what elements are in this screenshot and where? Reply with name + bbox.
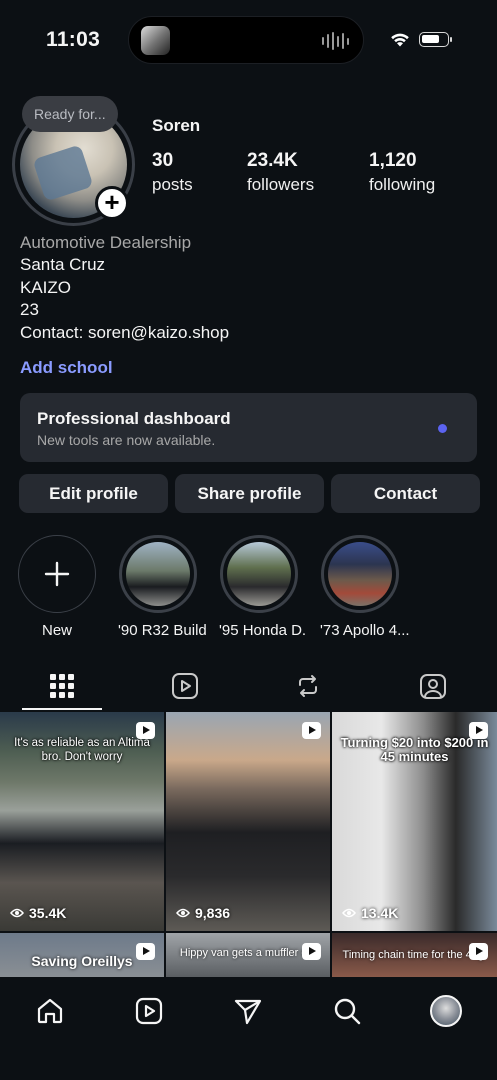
audio-waveform-icon [322,32,349,50]
view-count: 35.4K [10,905,66,921]
tagged-icon [420,674,446,699]
reel-badge-icon [469,722,488,739]
grid-icon [50,674,74,698]
stat-label: followers [247,175,315,194]
contact-button[interactable]: Contact [331,474,480,513]
post-tile[interactable]: Hippy van gets a muffler del [166,933,330,977]
nav-home[interactable] [30,991,70,1031]
stat-following[interactable]: 1,120 following [369,150,435,195]
bio-line: Contact: soren@kaizo.shop [20,322,230,342]
dashboard-title: Professional dashboard [37,409,231,428]
highlight-new[interactable]: New [17,535,97,639]
post-tile[interactable]: 9,836 [166,712,330,931]
stat-value: 23.4K [247,150,298,171]
edit-profile-button[interactable]: Edit profile [19,474,168,513]
profile-tabs [0,663,497,711]
status-bar: 11:03 [0,0,497,80]
status-time: 11:03 [46,28,101,51]
post-tile[interactable]: Timing chain time for the 4agi [332,933,497,977]
highlight-r32-build[interactable]: '90 R32 Build [118,535,207,639]
view-count: 9,836 [176,905,230,921]
tab-tagged[interactable] [393,663,473,709]
bottom-navigation [0,977,497,1080]
profile-username: Soren [152,116,201,135]
repost-icon [299,675,317,697]
plus-icon [44,561,70,587]
new-highlight-circle [18,535,96,613]
post-tile[interactable]: It's as reliable as an Altima bro. Don't… [0,712,164,931]
dashboard-subtitle: New tools are now available. [37,432,216,448]
reel-badge-icon [302,722,321,739]
bio-line: 23 [20,300,39,320]
highlight-honda[interactable]: '95 Honda D. [219,535,307,639]
share-profile-button[interactable]: Share profile [175,474,324,513]
highlight-label: '90 R32 Build [118,622,207,639]
reel-badge-icon [136,722,155,739]
story-highlights: New '90 R32 Build '95 Honda D. '73 Apoll… [0,535,497,645]
note-bubble[interactable]: Ready for... [22,96,118,132]
reel-badge-icon [302,943,321,960]
professional-dashboard[interactable]: Professional dashboard New tools are now… [20,393,477,462]
nav-reels[interactable] [129,991,169,1031]
view-count-value: 13.4K [361,905,399,921]
highlight-cover [126,542,190,606]
highlight-cover [227,542,291,606]
highlight-label: '95 Honda D. [219,622,307,639]
active-tab-indicator [22,708,102,710]
stat-value: 30 [152,150,174,171]
tab-reels[interactable] [145,663,225,709]
wifi-icon [391,33,409,47]
search-icon [334,998,361,1025]
bio-line: Santa Cruz [20,255,106,275]
add-story-icon[interactable]: + [95,186,129,220]
tab-reposts[interactable] [268,663,348,709]
profile-bio: Automotive Dealership Santa Cruz KAIZO 2… [20,232,229,344]
post-caption: It's as reliable as an Altima bro. Don't… [14,737,150,763]
dynamic-island[interactable] [128,16,364,64]
bio-line: KAIZO [20,277,72,297]
reel-badge-icon [136,943,155,960]
posts-grid: It's as reliable as an Altima bro. Don't… [0,712,497,977]
nav-messages[interactable] [228,991,268,1031]
view-count-value: 35.4K [29,905,67,921]
stat-label: posts [152,175,193,194]
eye-icon [342,908,356,918]
stat-label: following [369,175,436,194]
highlight-apollo[interactable]: '73 Apollo 4... [320,535,410,639]
post-caption: Turning $20 into $200 in 45 minutes [340,735,489,764]
post-tile[interactable]: Turning $20 into $200 in 45 minutes 13.4… [332,712,497,931]
notification-dot-icon [438,424,447,433]
home-icon [37,998,63,1024]
nav-profile[interactable] [426,991,466,1031]
view-count-value: 9,836 [195,905,231,921]
profile-actions: Edit profile Share profile Contact [19,474,480,513]
nav-search[interactable] [327,991,367,1031]
highlight-label: New [41,622,72,639]
reels-icon [172,673,198,699]
stat-value: 1,120 [369,150,417,171]
now-playing-thumbnail [141,26,170,55]
tab-posts[interactable] [22,663,102,709]
bio-category: Automotive Dealership [20,233,192,252]
stat-followers[interactable]: 23.4K followers [247,150,314,195]
highlight-cover [328,542,392,606]
stat-posts[interactable]: 30 posts [152,150,193,195]
avatar [430,995,462,1027]
highlight-label: '73 Apollo 4... [320,622,410,639]
eye-icon [10,908,24,918]
reel-badge-icon [469,943,488,960]
reels-icon [135,997,163,1025]
add-school-link[interactable]: Add school [20,358,113,378]
battery-icon [419,32,452,47]
post-tile[interactable]: Saving Oreillys [0,933,164,977]
view-count: 13.4K [342,905,398,921]
eye-icon [176,908,190,918]
send-icon [234,999,262,1025]
